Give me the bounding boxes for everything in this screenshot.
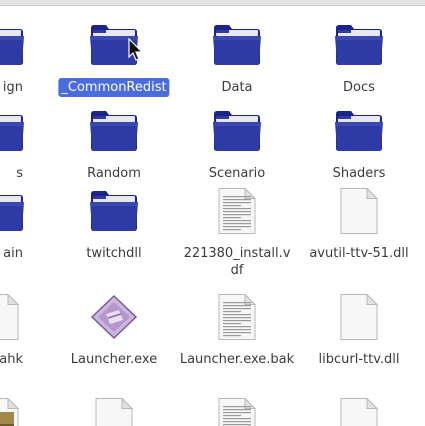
file-name-label: Launcher.exe.bak xyxy=(179,352,295,367)
text-file-icon xyxy=(212,397,262,426)
folder-icon xyxy=(334,22,384,68)
image-file-icon xyxy=(0,397,25,426)
file-name-label: ign xyxy=(2,80,23,95)
file-name-label: _CommonRedist xyxy=(58,78,170,97)
file-name-label: .ahk xyxy=(0,352,23,367)
blank-file-icon xyxy=(334,293,384,340)
file-name-label: Launcher.exe xyxy=(70,352,158,367)
file-name-label: avutil-ttv-51.dll xyxy=(309,246,409,261)
file-icon-view[interactable]: ign _CommonRedist Data Docs s Random Sce… xyxy=(0,0,425,426)
executable-icon xyxy=(89,294,139,340)
folder-icon xyxy=(0,22,25,68)
file-name-label: s xyxy=(16,166,23,181)
blank-file-icon xyxy=(334,397,384,426)
file-name-label: Scenario xyxy=(208,166,266,181)
file-name-label: 221380_install.vdf xyxy=(183,246,291,278)
folder-icon xyxy=(334,108,384,154)
text-file-icon xyxy=(212,187,262,234)
folder-icon xyxy=(89,108,139,154)
folder-icon xyxy=(212,108,262,154)
file-name-label: twitchdll xyxy=(86,246,142,261)
folder-icon xyxy=(89,188,139,234)
mouse-pointer-icon xyxy=(128,38,144,61)
file-name-label: Shaders xyxy=(332,166,386,181)
file-name-label: Docs xyxy=(343,80,375,95)
file-name-label: Data xyxy=(221,80,253,95)
folder-icon xyxy=(212,22,262,68)
file-name-label: libcurl-ttv.dll xyxy=(318,352,400,367)
file-name-label: ain xyxy=(3,246,23,261)
file-name-label: Random xyxy=(87,166,141,181)
folder-icon xyxy=(0,108,25,154)
blank-file-icon xyxy=(334,187,384,234)
blank-file-icon xyxy=(0,293,25,340)
blank-file-icon xyxy=(89,397,139,426)
text-file-icon xyxy=(212,293,262,340)
toolbar-edge xyxy=(0,0,425,6)
folder-icon xyxy=(0,188,25,234)
